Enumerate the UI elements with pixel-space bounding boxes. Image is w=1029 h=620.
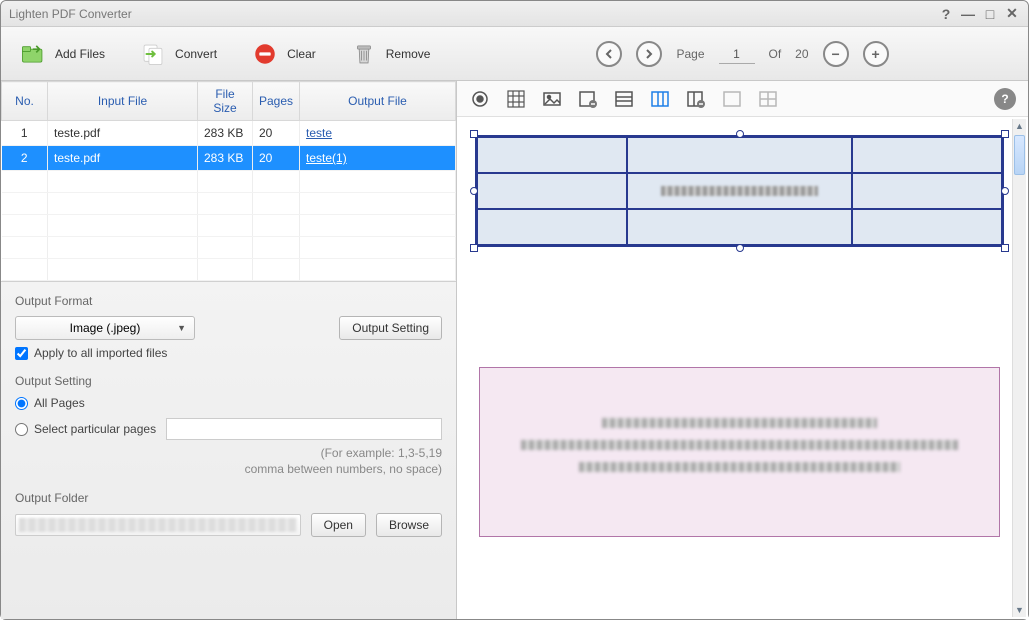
column-remove-icon[interactable] xyxy=(685,88,707,110)
resize-handle[interactable] xyxy=(470,187,478,195)
left-panel: No. Input File File Size Pages Output Fi… xyxy=(1,81,457,619)
col-output-file[interactable]: Output File xyxy=(300,82,456,121)
clear-icon xyxy=(251,40,279,68)
remove-label: Remove xyxy=(386,47,431,61)
maximize-button[interactable]: □ xyxy=(982,6,998,22)
resize-handle[interactable] xyxy=(736,130,744,138)
titlebar: Lighten PDF Converter ? — □ ✕ xyxy=(1,1,1028,27)
select-pages-radio[interactable]: Select particular pages xyxy=(15,422,156,436)
page-range-hint: (For example: 1,3-5,19 comma between num… xyxy=(15,446,442,477)
page-current[interactable]: 1 xyxy=(719,45,755,64)
output-setting-title: Output Setting xyxy=(15,374,442,388)
browse-folder-button[interactable]: Browse xyxy=(376,513,442,537)
minimize-button[interactable]: — xyxy=(960,6,976,22)
page-controls: Page 1 Of 20 − + xyxy=(456,27,1029,81)
file-table: No. Input File File Size Pages Output Fi… xyxy=(1,81,456,281)
convert-label: Convert xyxy=(175,47,217,61)
vertical-scrollbar[interactable]: ▲ ▼ xyxy=(1012,119,1026,617)
table-row-empty xyxy=(2,171,456,193)
remove-icon xyxy=(350,40,378,68)
scroll-up-icon[interactable]: ▲ xyxy=(1013,119,1026,133)
apply-all-input[interactable] xyxy=(15,347,28,360)
resize-handle[interactable] xyxy=(1001,187,1009,195)
output-file-link[interactable]: teste(1) xyxy=(306,151,347,165)
page-total: 20 xyxy=(795,47,808,61)
output-setting-button[interactable]: Output Setting xyxy=(339,316,442,340)
resize-handle[interactable] xyxy=(470,244,478,252)
text-region[interactable] xyxy=(479,367,1000,537)
split-icon xyxy=(757,88,779,110)
preview-help-icon[interactable]: ? xyxy=(994,88,1016,110)
resize-handle[interactable] xyxy=(470,130,478,138)
of-label: Of xyxy=(769,47,782,61)
columns-icon[interactable] xyxy=(649,88,671,110)
view-mode-icon[interactable] xyxy=(469,88,491,110)
table-remove-icon[interactable] xyxy=(577,88,599,110)
select-pages-input[interactable] xyxy=(15,423,28,436)
image-icon[interactable] xyxy=(541,88,563,110)
text-line xyxy=(602,418,877,428)
table-row[interactable]: 2teste.pdf283 KB20teste(1) xyxy=(2,146,456,171)
resize-handle[interactable] xyxy=(1001,244,1009,252)
table-row-empty xyxy=(2,259,456,281)
right-panel: ? xyxy=(457,81,1028,619)
col-pages[interactable]: Pages xyxy=(253,82,300,121)
add-files-button[interactable]: Add Files xyxy=(11,36,113,72)
add-files-icon xyxy=(19,40,47,68)
apply-all-checkbox[interactable]: Apply to all imported files xyxy=(15,346,442,360)
next-page-button[interactable] xyxy=(636,41,662,67)
output-format-value: Image (.jpeg) xyxy=(70,321,141,335)
scroll-down-icon[interactable]: ▼ xyxy=(1013,603,1026,617)
table-row[interactable]: 1teste.pdf283 KB20teste xyxy=(2,121,456,146)
rows-icon[interactable] xyxy=(613,88,635,110)
output-folder-title: Output Folder xyxy=(15,491,442,505)
selected-table-object[interactable] xyxy=(475,135,1004,247)
page-range-input[interactable] xyxy=(166,418,442,440)
prev-page-button[interactable] xyxy=(596,41,622,67)
all-pages-radio[interactable]: All Pages xyxy=(15,396,442,410)
chevron-down-icon: ▼ xyxy=(177,323,186,333)
clear-button[interactable]: Clear xyxy=(243,36,324,72)
open-folder-button[interactable]: Open xyxy=(311,513,366,537)
grid-all-icon[interactable] xyxy=(505,88,527,110)
output-format-select[interactable]: Image (.jpeg) ▼ xyxy=(15,316,195,340)
table-row-empty xyxy=(2,215,456,237)
col-input-file[interactable]: Input File xyxy=(48,82,198,121)
close-button[interactable]: ✕ xyxy=(1004,6,1020,22)
output-folder-path[interactable] xyxy=(15,514,301,536)
convert-button[interactable]: Convert xyxy=(131,36,225,72)
scroll-thumb[interactable] xyxy=(1014,135,1025,175)
col-no[interactable]: No. xyxy=(2,82,48,121)
add-files-label: Add Files xyxy=(55,47,105,61)
zoom-out-button[interactable]: − xyxy=(823,41,849,67)
preview-toolbar: ? xyxy=(457,81,1028,117)
output-format-title: Output Format xyxy=(15,294,442,308)
merge-icon xyxy=(721,88,743,110)
col-file-size[interactable]: File Size xyxy=(198,82,253,121)
output-file-link[interactable]: teste xyxy=(306,126,332,140)
zoom-in-button[interactable]: + xyxy=(863,41,889,67)
text-line xyxy=(579,462,900,472)
window-title: Lighten PDF Converter xyxy=(9,7,932,21)
text-line xyxy=(521,440,957,450)
table-cell-text xyxy=(661,186,817,196)
convert-icon xyxy=(139,40,167,68)
help-icon[interactable]: ? xyxy=(938,6,954,22)
resize-handle[interactable] xyxy=(1001,130,1009,138)
table-row-empty xyxy=(2,237,456,259)
preview-area[interactable]: ▲ ▼ xyxy=(457,117,1028,619)
all-pages-input[interactable] xyxy=(15,397,28,410)
resize-handle[interactable] xyxy=(736,244,744,252)
remove-button[interactable]: Remove xyxy=(342,36,439,72)
page-label: Page xyxy=(676,47,704,61)
table-row-empty xyxy=(2,193,456,215)
settings-panel: Output Format Image (.jpeg) ▼ Output Set… xyxy=(1,281,456,619)
clear-label: Clear xyxy=(287,47,316,61)
